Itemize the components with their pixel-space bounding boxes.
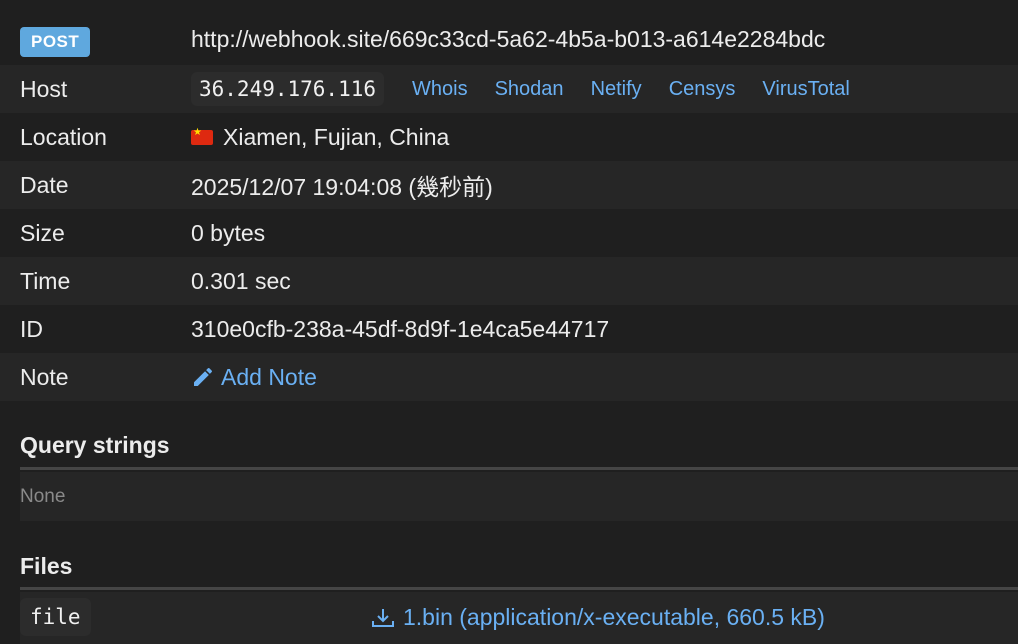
location-value-wrap: Xiamen, Fujian, China	[191, 124, 449, 151]
censys-link[interactable]: Censys	[669, 78, 736, 101]
pencil-icon	[191, 365, 215, 389]
whois-link[interactable]: Whois	[412, 78, 468, 101]
file-row: file 1.bin (application/x-executable, 66…	[20, 592, 1018, 644]
query-strings-empty-text: None	[20, 485, 66, 507]
files-divider	[20, 587, 1018, 590]
query-strings-empty-row: None	[20, 472, 1018, 521]
note-label: Note	[20, 363, 69, 390]
size-row: Size 0 bytes	[0, 209, 1018, 257]
host-ip: 36.249.176.116	[191, 72, 385, 106]
date-row: Date 2025/12/07 19:04:08 (幾秒前)	[0, 161, 1018, 209]
query-strings-heading: Query strings	[20, 432, 170, 458]
file-field-name: file	[20, 598, 91, 636]
query-strings-divider	[20, 467, 1018, 470]
virustotal-link[interactable]: VirusTotal	[762, 78, 849, 101]
id-value: 310e0cfb-238a-45df-8d9f-1e4ca5e44717	[191, 315, 610, 342]
date-label: Date	[20, 171, 69, 198]
china-flag-icon	[191, 127, 213, 145]
add-note-label: Add Note	[221, 363, 317, 390]
shodan-link[interactable]: Shodan	[495, 78, 564, 101]
host-label: Host	[20, 75, 68, 102]
files-heading: Files	[20, 553, 73, 579]
size-value: 0 bytes	[191, 219, 266, 246]
time-label: Time	[20, 267, 71, 294]
netify-link[interactable]: Netify	[591, 78, 642, 101]
location-row: Location Xiamen, Fujian, China	[0, 113, 1018, 161]
request-url-row: POST http://webhook.site/669c33cd-5a62-4…	[0, 18, 1018, 66]
id-label: ID	[20, 315, 43, 342]
request-url-link[interactable]: http://webhook.site/669c33cd-5a62-4b5a-b…	[191, 26, 825, 53]
note-row: Note Add Note	[0, 353, 1018, 401]
host-lookup-links: Whois Shodan Netify Censys VirusTotal	[412, 78, 850, 101]
method-badge: POST	[20, 27, 91, 57]
time-value: 0.301 sec	[191, 267, 291, 294]
location-value: Xiamen, Fujian, China	[223, 123, 450, 150]
host-row: Host 36.249.176.116 Whois Shodan Netify …	[0, 65, 1018, 113]
add-note-button[interactable]: Add Note	[191, 364, 317, 391]
download-icon	[370, 606, 396, 630]
host-value: 36.249.176.116 Whois Shodan Netify Censy…	[191, 72, 850, 106]
id-row: ID 310e0cfb-238a-45df-8d9f-1e4ca5e44717	[0, 305, 1018, 353]
size-label: Size	[20, 219, 65, 246]
file-download-label: 1.bin (application/x-executable, 660.5 k…	[403, 604, 825, 630]
location-label: Location	[20, 123, 107, 150]
file-download-link[interactable]: 1.bin (application/x-executable, 660.5 k…	[370, 604, 825, 631]
time-row: Time 0.301 sec	[0, 257, 1018, 305]
date-value: 2025/12/07 19:04:08 (幾秒前)	[191, 174, 493, 200]
